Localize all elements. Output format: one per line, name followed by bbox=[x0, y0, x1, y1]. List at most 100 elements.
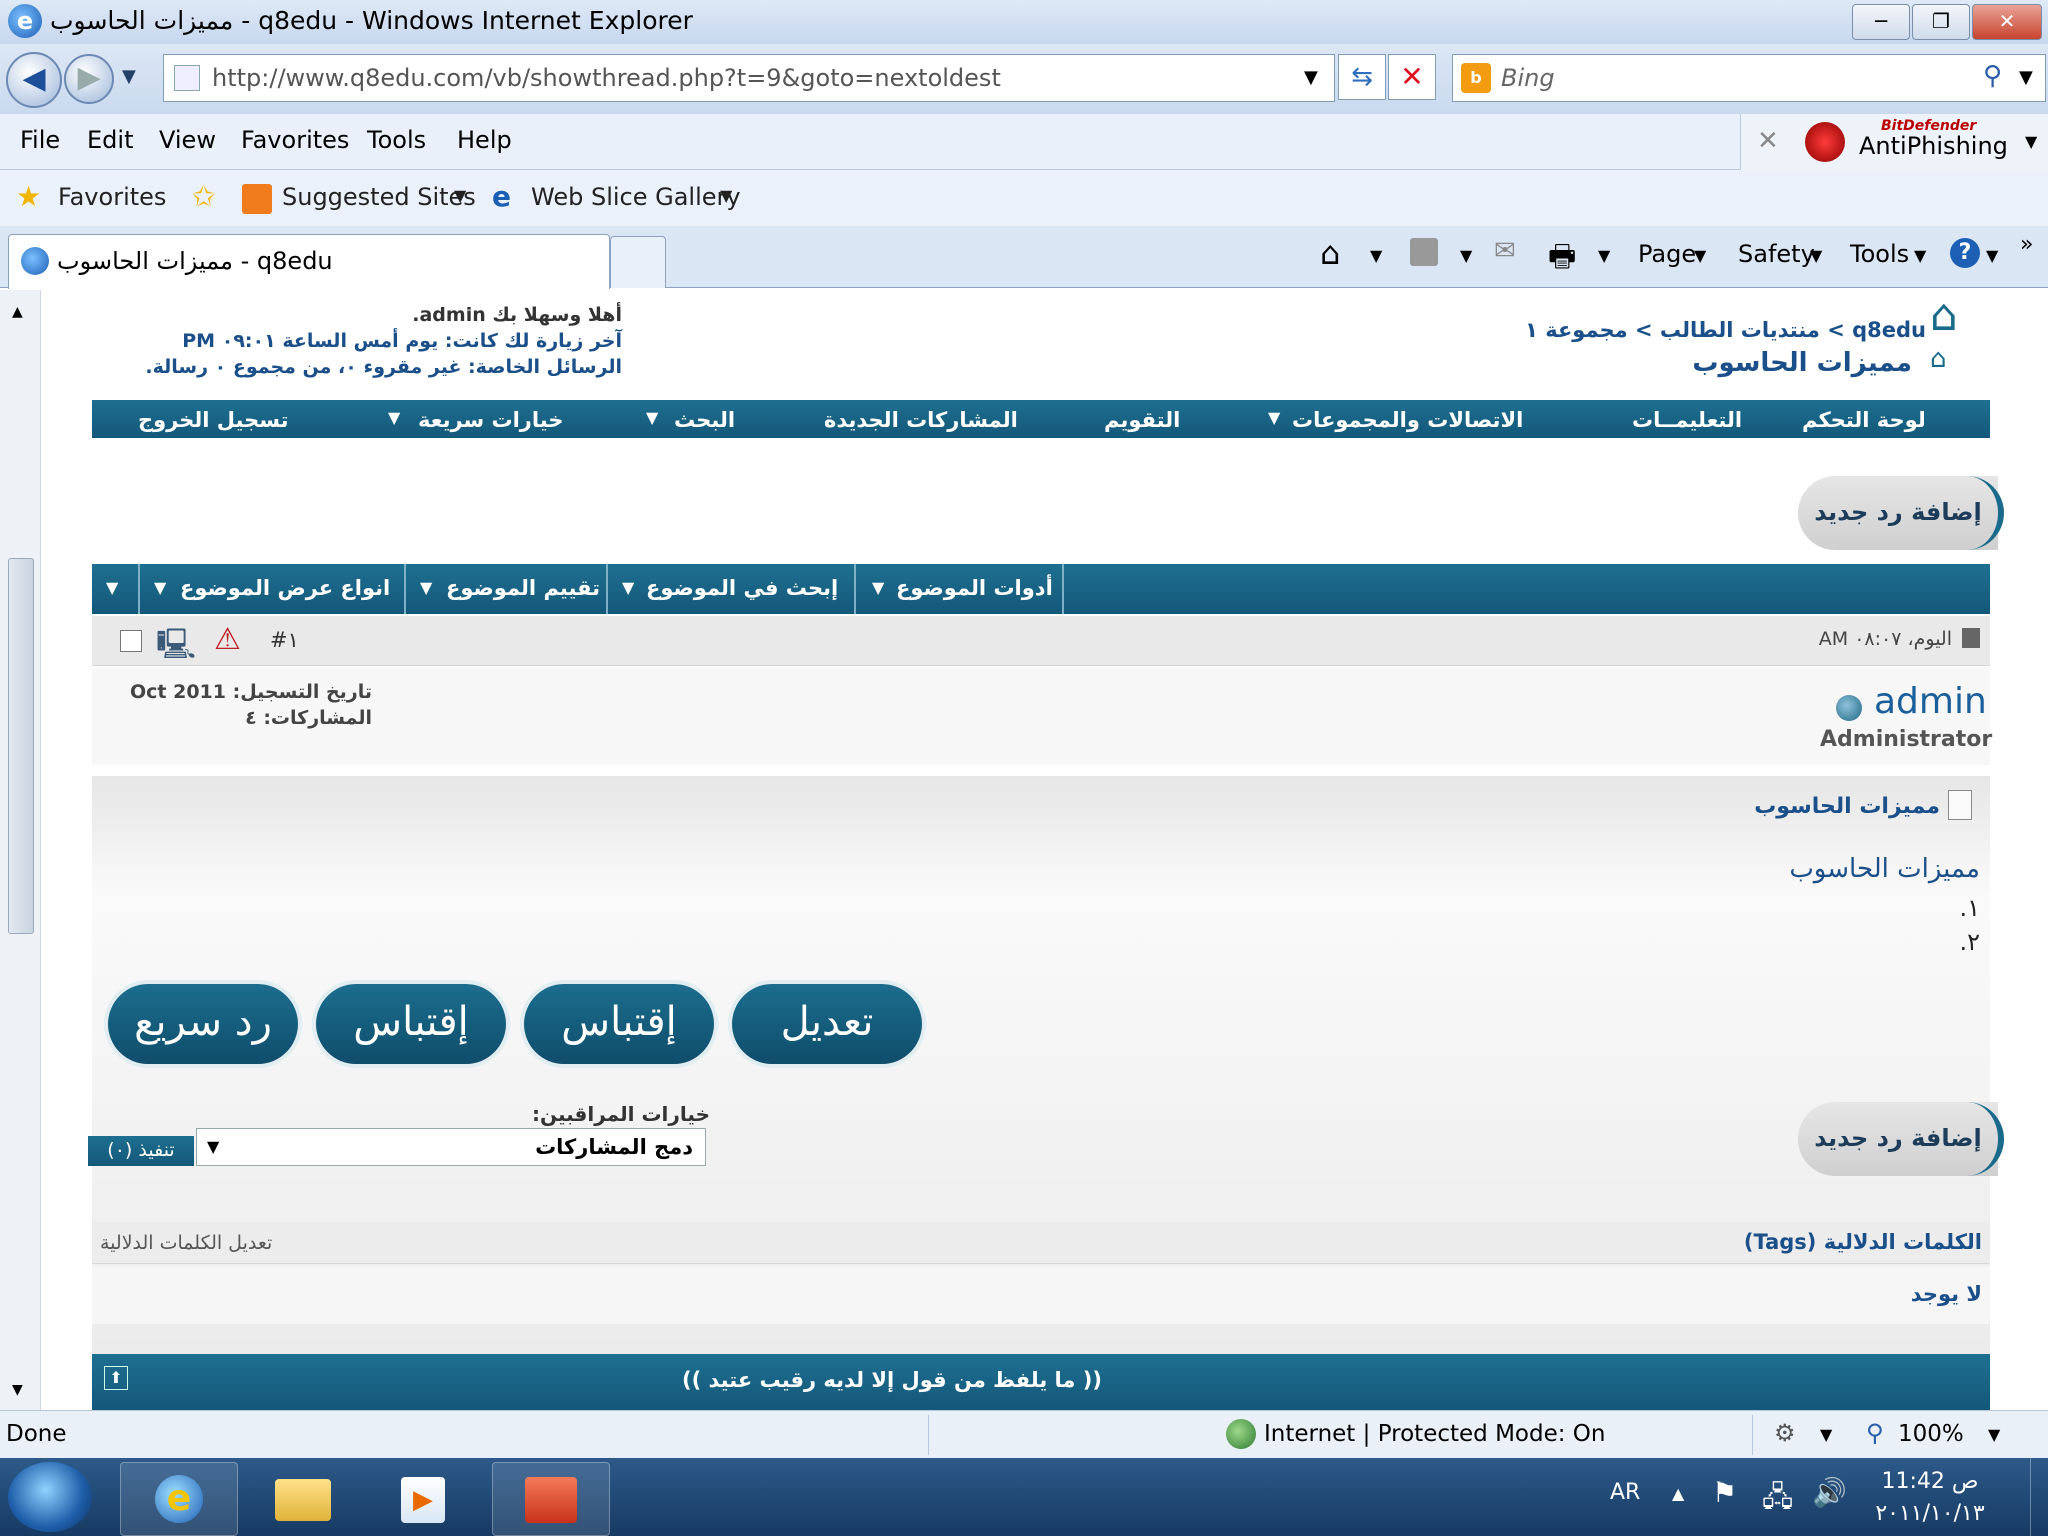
tab-current[interactable]: مميزات الحاسوب - q8edu bbox=[8, 234, 610, 289]
address-input[interactable]: http://www.q8edu.com/vb/showthread.php?t… bbox=[212, 64, 1001, 92]
nav-new-posts[interactable]: المشاركات الجديدة bbox=[824, 408, 1018, 432]
show-hidden-icons[interactable]: ▲ bbox=[1672, 1484, 1684, 1503]
new-reply-button[interactable]: إضافة رد جديد bbox=[1798, 476, 2004, 550]
display-modes-menu[interactable]: انواع عرض الموضوع bbox=[180, 576, 390, 600]
web-slice-dropdown-icon[interactable]: ▼ bbox=[720, 186, 732, 205]
maximize-button[interactable]: ❐ bbox=[1912, 4, 1970, 40]
network-icon[interactable]: 🖧 bbox=[1762, 1476, 1793, 1524]
thread-tools-menu[interactable]: أدوات الموضوع bbox=[896, 576, 1053, 600]
taskbar-media[interactable]: ▶ bbox=[364, 1462, 482, 1536]
print-icon[interactable]: 🖶 bbox=[1548, 234, 1576, 285]
menu-view[interactable]: View bbox=[159, 126, 216, 154]
ip-icon[interactable]: 🖳 bbox=[156, 622, 196, 673]
menu-tools[interactable]: Tools bbox=[367, 126, 426, 154]
tools-dropdown-icon[interactable]: ▼ bbox=[1914, 246, 1926, 265]
web-slice-link[interactable]: Web Slice Gallery bbox=[531, 183, 741, 211]
vertical-scrollbar[interactable]: ▲ ▼ bbox=[0, 290, 41, 1410]
volume-icon[interactable]: 🔊 bbox=[1812, 1476, 1847, 1509]
tools-menu[interactable]: Tools bbox=[1850, 240, 1909, 268]
home-icon[interactable]: ⌂ bbox=[1320, 234, 1340, 272]
antiphishing-label[interactable]: AntiPhishing bbox=[1859, 132, 2008, 160]
edit-post-button[interactable]: تعديل bbox=[732, 984, 922, 1064]
breadcrumb[interactable]: q8edu > منتديات الطالب > مجموعة ١ bbox=[1300, 318, 1926, 342]
home-forum-icon[interactable]: ⌂ bbox=[1930, 290, 1958, 341]
multiquote-post-button[interactable]: إقتباس bbox=[316, 984, 506, 1064]
feeds-dropdown-icon[interactable]: ▼ bbox=[1460, 246, 1472, 265]
menu-help[interactable]: Help bbox=[457, 126, 512, 154]
search-input[interactable]: Bing bbox=[1501, 64, 1555, 92]
quote-post-button[interactable]: إقتباس bbox=[524, 984, 714, 1064]
post-number[interactable]: #١ bbox=[270, 628, 299, 652]
nav-community[interactable]: الاتصالات والمجموعات bbox=[1292, 408, 1523, 432]
help-icon[interactable]: ? bbox=[1950, 238, 1980, 268]
report-icon[interactable]: ⚠ bbox=[214, 622, 241, 657]
search-box[interactable]: b Bing ⚲ ▼ bbox=[1452, 54, 2046, 102]
home-dropdown-icon[interactable]: ▼ bbox=[1370, 246, 1382, 265]
stop-button[interactable]: ✕ bbox=[1388, 54, 1436, 100]
nav-faq[interactable]: التعليمــات bbox=[1632, 408, 1742, 432]
page-dropdown-icon[interactable]: ▼ bbox=[1694, 246, 1706, 265]
collapse-icon[interactable]: ⬆ bbox=[104, 1366, 128, 1390]
menu-edit[interactable]: Edit bbox=[87, 126, 133, 154]
post-username[interactable]: admin bbox=[1874, 681, 1987, 722]
taskbar-ie[interactable]: e bbox=[120, 1462, 238, 1536]
menu-file[interactable]: File bbox=[20, 126, 60, 154]
nav-quick-links-dropdown-icon[interactable]: ▼ bbox=[388, 408, 400, 427]
select-dropdown-icon[interactable]: ▼ bbox=[207, 1137, 219, 1156]
security-zone[interactable]: Internet | Protected Mode: On bbox=[1264, 1421, 1606, 1447]
feeds-icon[interactable] bbox=[1410, 238, 1438, 266]
display-modes-dropdown-icon[interactable]: ▼ bbox=[154, 578, 166, 597]
close-toolbar-icon[interactable]: ✕ bbox=[1757, 126, 1779, 156]
close-button[interactable]: ✕ bbox=[1972, 4, 2042, 40]
taskbar-explorer[interactable] bbox=[244, 1462, 362, 1536]
clock[interactable]: 11:42 ص ٢٠١١/١٠/١٣ bbox=[1860, 1466, 2000, 1530]
popup-dropdown-icon[interactable]: ▼ bbox=[1820, 1425, 1832, 1444]
zoom-level[interactable]: 100% bbox=[1898, 1421, 1964, 1447]
new-tab-button[interactable] bbox=[610, 236, 666, 288]
history-dropdown-icon[interactable]: ▼ bbox=[122, 66, 136, 87]
scroll-up-icon[interactable]: ▲ bbox=[12, 304, 23, 320]
chevron-more-icon[interactable]: » bbox=[2020, 232, 2033, 257]
scroll-thumb[interactable] bbox=[8, 558, 34, 934]
page-menu[interactable]: Page bbox=[1638, 240, 1696, 268]
back-button[interactable]: ◀ bbox=[6, 52, 62, 108]
minimize-button[interactable]: ─ bbox=[1852, 4, 1910, 40]
popup-blocker-icon[interactable]: ⚙ bbox=[1774, 1419, 1796, 1447]
nav-calendar[interactable]: التقويم bbox=[1104, 408, 1180, 432]
extra-dropdown-icon[interactable]: ▼ bbox=[106, 578, 118, 597]
private-messages-link[interactable]: الرسائل الخاصة: غير مقروء ٠، من مجموع ٠ … bbox=[100, 354, 622, 380]
mail-icon[interactable]: ✉ bbox=[1494, 236, 1516, 266]
zoom-icon[interactable]: ⚲ bbox=[1866, 1419, 1884, 1447]
search-dropdown-icon[interactable]: ▼ bbox=[2019, 67, 2033, 88]
quick-reply-button[interactable]: رد سريع bbox=[108, 984, 298, 1064]
moderation-go-button[interactable]: (٠) تنفيذ bbox=[88, 1136, 194, 1166]
nav-quick-links[interactable]: خيارات سريعة bbox=[418, 408, 563, 432]
edit-tags-link[interactable]: تعديل الكلمات الدلالية bbox=[100, 1232, 272, 1254]
nav-search[interactable]: البحث bbox=[674, 408, 735, 432]
help-dropdown-icon[interactable]: ▼ bbox=[1986, 246, 1998, 265]
refresh-button[interactable]: ⇆ bbox=[1338, 54, 1386, 100]
print-dropdown-icon[interactable]: ▼ bbox=[1598, 246, 1610, 265]
show-desktop-button[interactable] bbox=[2030, 1458, 2048, 1536]
action-center-icon[interactable]: ⚑ bbox=[1712, 1476, 1737, 1509]
search-thread-menu[interactable]: إبحث في الموضوع bbox=[646, 576, 838, 600]
taskbar-powerpoint[interactable] bbox=[492, 1462, 610, 1536]
scroll-down-icon[interactable]: ▼ bbox=[12, 1382, 23, 1398]
safety-menu[interactable]: Safety bbox=[1738, 240, 1815, 268]
rate-thread-menu[interactable]: تقييم الموضوع bbox=[446, 576, 600, 600]
antiphishing-dropdown-icon[interactable]: ▼ bbox=[2025, 132, 2037, 151]
menu-favorites[interactable]: Favorites bbox=[241, 126, 349, 154]
nav-community-dropdown-icon[interactable]: ▼ bbox=[1268, 408, 1280, 427]
add-favorite-icon[interactable]: ✩ bbox=[192, 180, 215, 213]
suggested-sites-link[interactable]: Suggested Sites bbox=[282, 183, 476, 211]
nav-usercp[interactable]: لوحة التحكم bbox=[1802, 408, 1926, 432]
language-indicator[interactable]: AR bbox=[1610, 1480, 1640, 1505]
start-button[interactable] bbox=[8, 1462, 92, 1532]
thread-tools-dropdown-icon[interactable]: ▼ bbox=[872, 578, 884, 597]
forward-button[interactable]: ▶ bbox=[64, 54, 114, 104]
address-bar[interactable]: http://www.q8edu.com/vb/showthread.php?t… bbox=[163, 54, 1335, 102]
zoom-dropdown-icon[interactable]: ▼ bbox=[1988, 1425, 2000, 1444]
favorites-button[interactable]: Favorites bbox=[58, 183, 166, 211]
rate-thread-dropdown-icon[interactable]: ▼ bbox=[420, 578, 432, 597]
nav-logout[interactable]: تسجيل الخروج bbox=[138, 408, 289, 432]
